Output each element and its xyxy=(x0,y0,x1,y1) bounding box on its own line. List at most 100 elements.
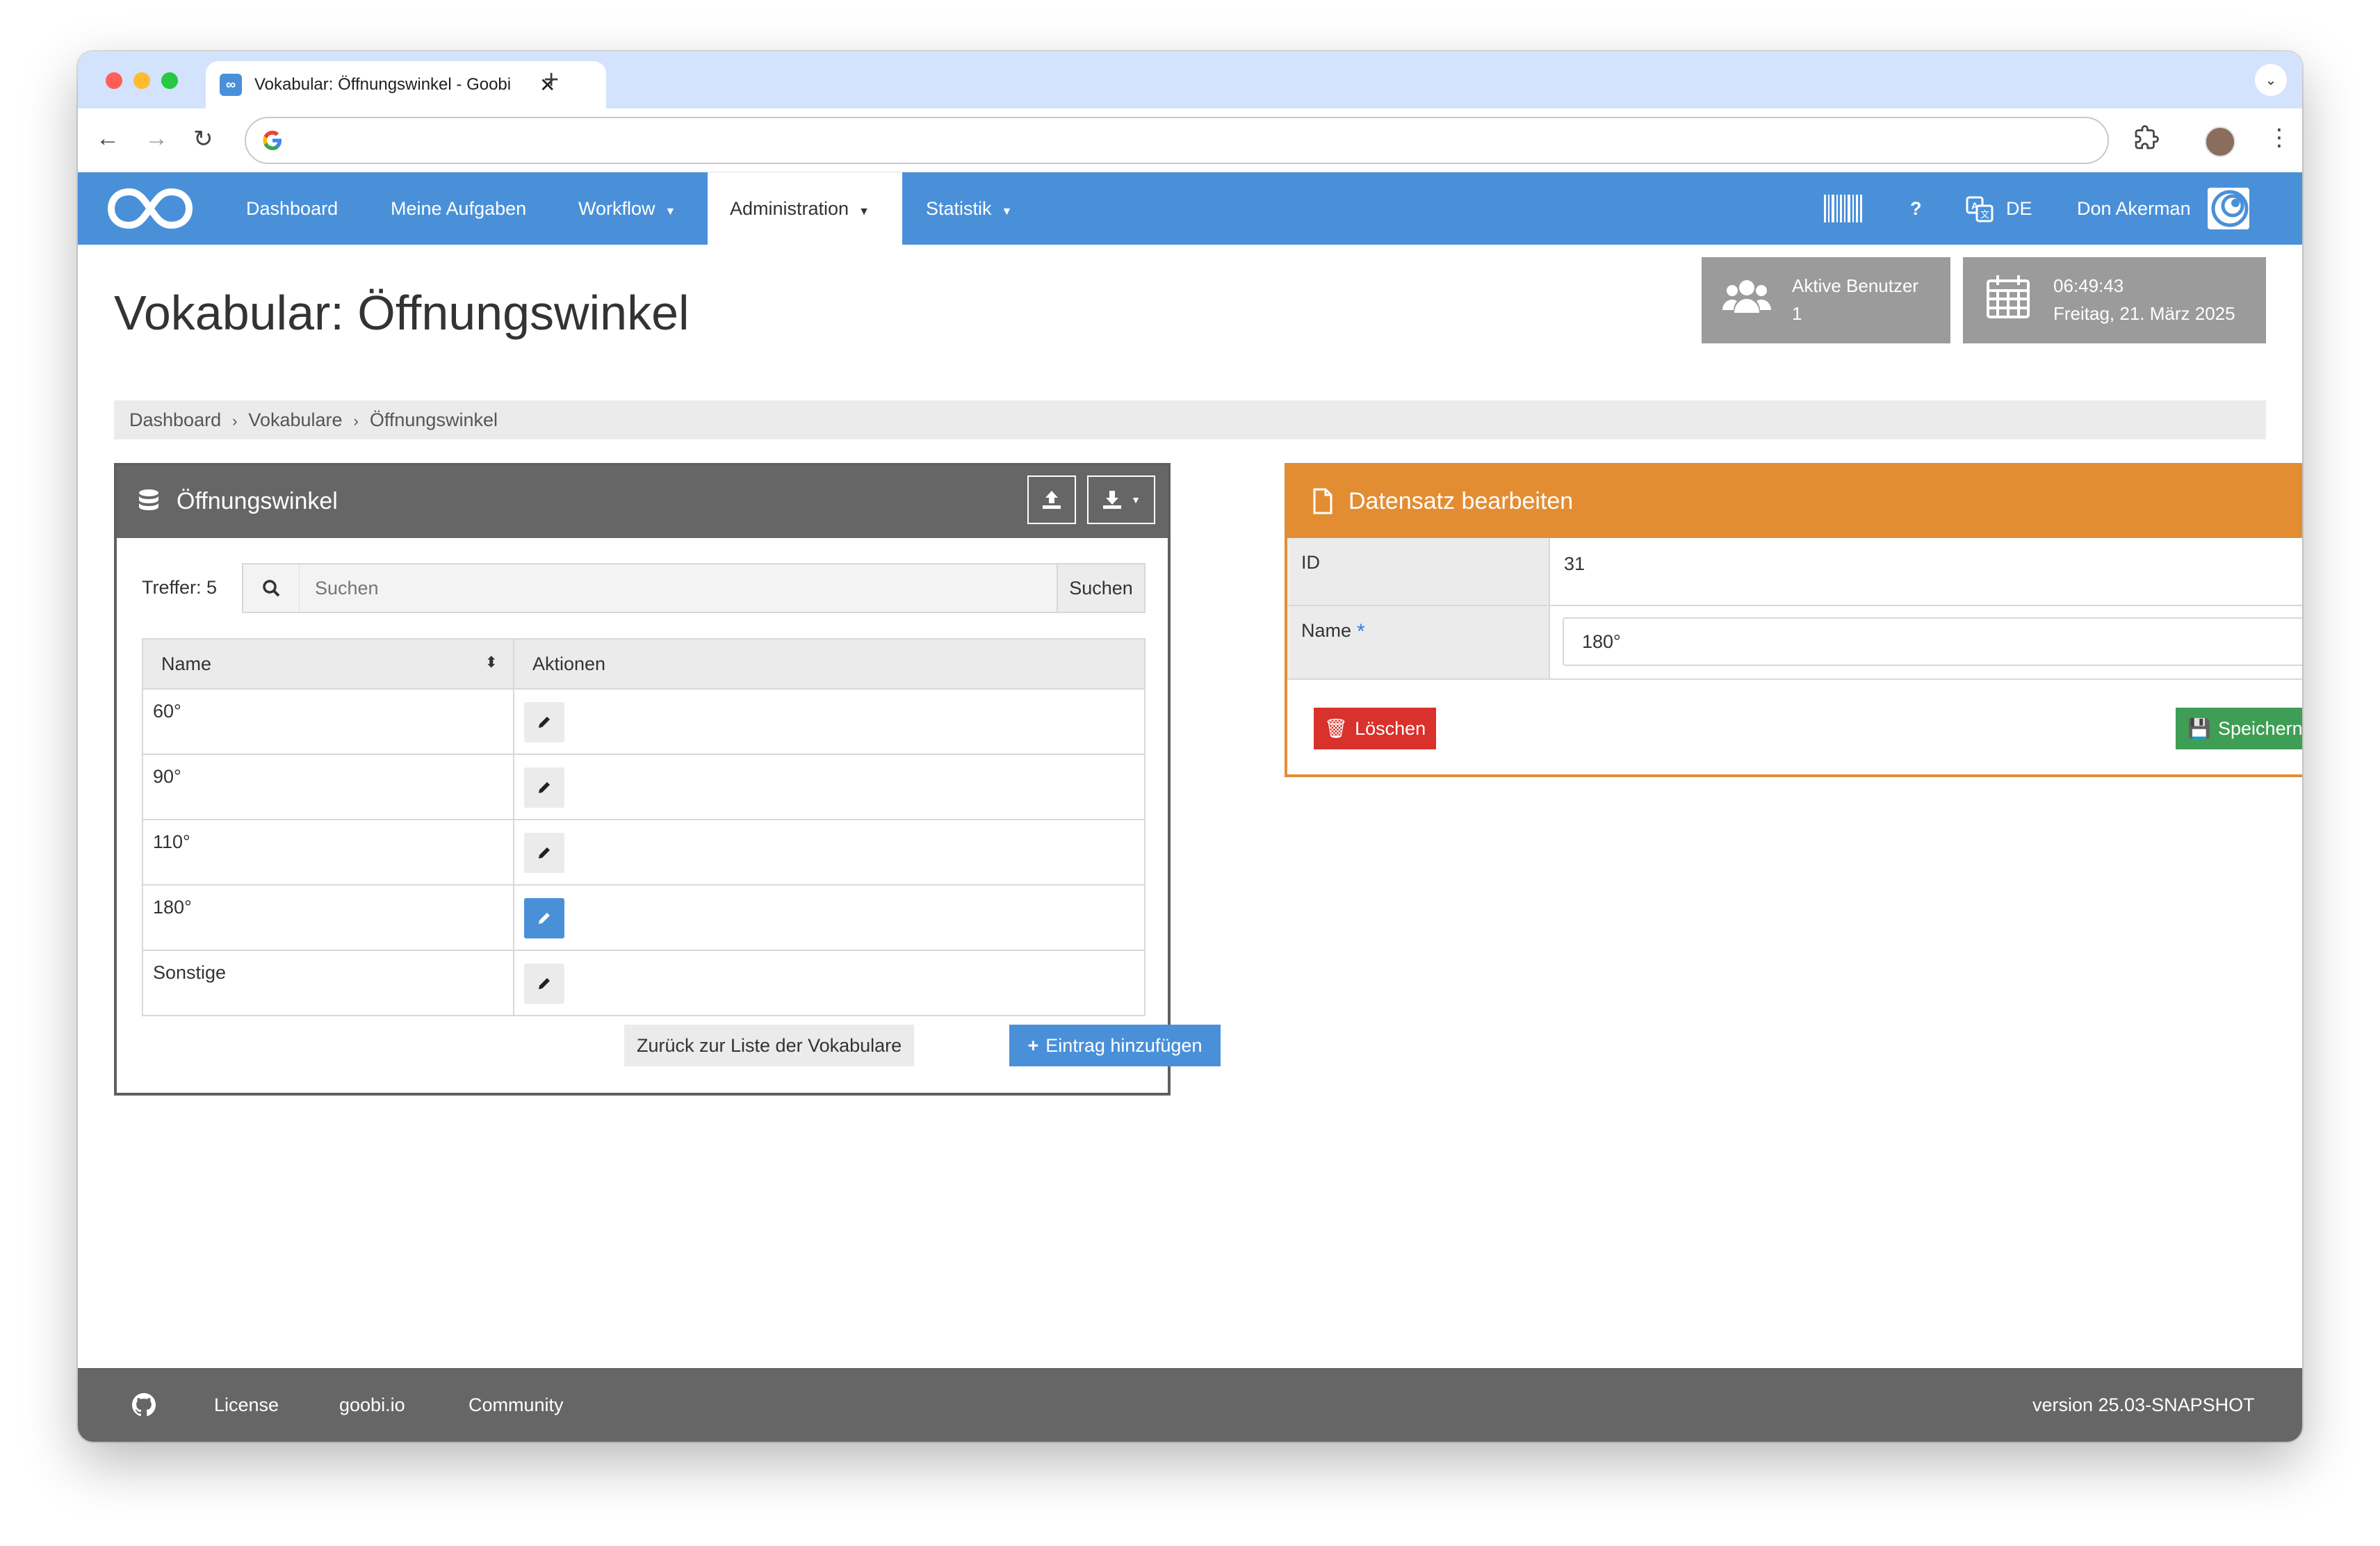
delete-button[interactable]: 🗑 Löschen xyxy=(1314,708,1436,749)
save-label: Speichern xyxy=(2218,718,2302,739)
breadcrumb-current: Öffnungswinkel xyxy=(369,409,498,430)
search-row: Treffer: 5 Suchen xyxy=(142,563,1146,613)
nav-meine-aufgaben-label: Meine Aufgaben xyxy=(391,198,527,219)
address-bar[interactable] xyxy=(245,117,2109,164)
new-tab-button[interactable]: + xyxy=(544,65,559,95)
table-row-selected: 180° xyxy=(142,884,1146,951)
id-label: ID xyxy=(1287,538,1550,605)
nav-dashboard-label: Dashboard xyxy=(246,198,339,219)
clock-box: 06:49:43 Freitag, 21. März 2025 xyxy=(1963,257,2266,343)
column-header-actions: Aktionen xyxy=(513,638,1146,690)
vocabulary-table: Name ⬍ Aktionen 60° 90° 110° 180° Sonsti… xyxy=(142,638,1146,1016)
search-icon xyxy=(243,564,299,612)
nav-statistik[interactable]: Statistik ▼ xyxy=(926,172,1012,245)
browser-toolbar: ← → ↻ ⋮ xyxy=(78,108,2302,172)
svg-text:A: A xyxy=(1971,200,1978,211)
language-switch[interactable]: DE xyxy=(2006,172,2032,245)
search-button[interactable]: Suchen xyxy=(1057,564,1144,612)
row-name: 110° xyxy=(142,819,514,886)
edit-button-active[interactable] xyxy=(524,898,564,938)
pencil-icon xyxy=(539,847,550,859)
svg-text:文: 文 xyxy=(1980,209,1989,220)
minimize-window-button[interactable] xyxy=(133,72,150,89)
file-icon xyxy=(1313,488,1332,514)
nav-meine-aufgaben[interactable]: Meine Aufgaben xyxy=(391,172,526,245)
goobi-logo-icon[interactable] xyxy=(107,186,193,231)
caret-down-icon: ▼ xyxy=(665,206,676,218)
tab-strip: ∞ Vokabular: Öffnungswinkel - Goobi ✕ + … xyxy=(78,51,2302,108)
save-button[interactable]: 💾 Speichern xyxy=(2176,708,2302,749)
extensions-icon[interactable] xyxy=(2134,125,2159,150)
close-window-button[interactable] xyxy=(106,72,122,89)
delete-label: Löschen xyxy=(1355,718,1426,739)
edit-button[interactable] xyxy=(524,833,564,873)
nav-statistik-label: Statistik xyxy=(926,198,992,219)
name-label: Name xyxy=(1301,620,1352,641)
forward-button[interactable]: → xyxy=(145,125,168,152)
floppy-disk-icon: 💾 xyxy=(2187,718,2212,739)
active-users-box: Aktive Benutzer 1 xyxy=(1702,257,1950,343)
clock-date: Freitag, 21. März 2025 xyxy=(2053,303,2235,324)
column-actions-label: Aktionen xyxy=(532,653,606,674)
upload-button[interactable] xyxy=(1027,475,1076,524)
download-dropdown-button[interactable]: ▼ xyxy=(1087,475,1155,524)
back-button[interactable]: ← xyxy=(96,125,120,152)
vocabulary-panel-header: Öffnungswinkel ▼ xyxy=(117,466,1168,538)
pencil-icon xyxy=(539,913,550,924)
active-users-label: Aktive Benutzer xyxy=(1792,275,1919,296)
search-input[interactable] xyxy=(299,564,1057,612)
trash-icon: 🗑 xyxy=(1323,718,1348,739)
upload-icon xyxy=(1043,491,1061,509)
database-icon xyxy=(139,489,158,510)
reload-button[interactable]: ↻ xyxy=(193,125,213,153)
add-entry-button[interactable]: + Eintrag hinzufügen xyxy=(1009,1025,1221,1066)
pencil-icon xyxy=(539,978,550,989)
github-icon[interactable] xyxy=(132,1393,156,1417)
name-input[interactable] xyxy=(1563,617,2302,666)
table-row: Sonstige xyxy=(142,950,1146,1016)
column-header-name[interactable]: Name ⬍ xyxy=(142,638,514,690)
app-navbar: Dashboard Meine Aufgaben Workflow ▼ Admin… xyxy=(78,172,2302,245)
chevron-right-icon: › xyxy=(232,412,238,430)
form-row-name: Name * xyxy=(1287,606,2302,680)
breadcrumb: Dashboard › Vokabulare › Öffnungswinkel xyxy=(114,400,2266,439)
google-icon xyxy=(263,131,282,150)
back-to-vocabularies-button[interactable]: Zurück zur Liste der Vokabulare xyxy=(624,1025,915,1066)
translate-icon[interactable]: A 文 xyxy=(1966,196,1994,222)
breadcrumb-vokabulare[interactable]: Vokabulare xyxy=(248,409,342,430)
user-menu[interactable]: Don Akerman xyxy=(2077,172,2191,245)
nav-workflow[interactable]: Workflow ▼ xyxy=(578,172,676,245)
help-button[interactable]: ? xyxy=(1910,172,1922,245)
footer-goobi-link[interactable]: goobi.io xyxy=(339,1394,405,1416)
pencil-icon xyxy=(539,782,550,793)
nav-administration[interactable]: Administration ▼ xyxy=(708,172,902,245)
form-row-id: ID 31 xyxy=(1287,538,2302,606)
tab-search-button[interactable]: ⌄ xyxy=(2255,64,2287,96)
user-avatar[interactable] xyxy=(2208,188,2249,229)
maximize-window-button[interactable] xyxy=(161,72,178,89)
name-label-cell: Name * xyxy=(1287,606,1550,678)
breadcrumb-dashboard[interactable]: Dashboard xyxy=(129,409,221,430)
edit-button[interactable] xyxy=(524,702,564,742)
sort-icon[interactable]: ⬍ xyxy=(485,653,498,672)
edit-record-panel: Datensatz bearbeiten ID 31 Name* 🗑 Lösche… xyxy=(1285,463,2302,777)
edit-button[interactable] xyxy=(524,963,564,1004)
footer-community-link[interactable]: Community xyxy=(468,1394,564,1416)
page-title: Vokabular: Öffnungswinkel xyxy=(114,286,690,340)
chevron-right-icon: › xyxy=(353,412,359,430)
browser-menu-icon[interactable]: ⋮ xyxy=(2267,124,2291,152)
plus-icon: + xyxy=(1027,1034,1039,1056)
goobi-favicon-icon: ∞ xyxy=(220,74,242,96)
row-name: 60° xyxy=(142,688,514,755)
nav-dashboard[interactable]: Dashboard xyxy=(246,172,338,245)
edit-button[interactable] xyxy=(524,767,564,808)
edit-record-panel-header: Datensatz bearbeiten xyxy=(1287,466,2302,538)
barcode-icon[interactable] xyxy=(1824,195,1863,222)
calendar-icon xyxy=(1987,275,2030,318)
column-name-label: Name xyxy=(161,653,212,674)
footer-license-link[interactable]: License xyxy=(214,1394,279,1416)
profile-avatar[interactable] xyxy=(2205,127,2235,157)
required-asterisk-icon: * xyxy=(1357,620,1365,643)
add-entry-label: Eintrag hinzufügen xyxy=(1045,1034,1203,1056)
row-name: Sonstige xyxy=(142,950,514,1016)
